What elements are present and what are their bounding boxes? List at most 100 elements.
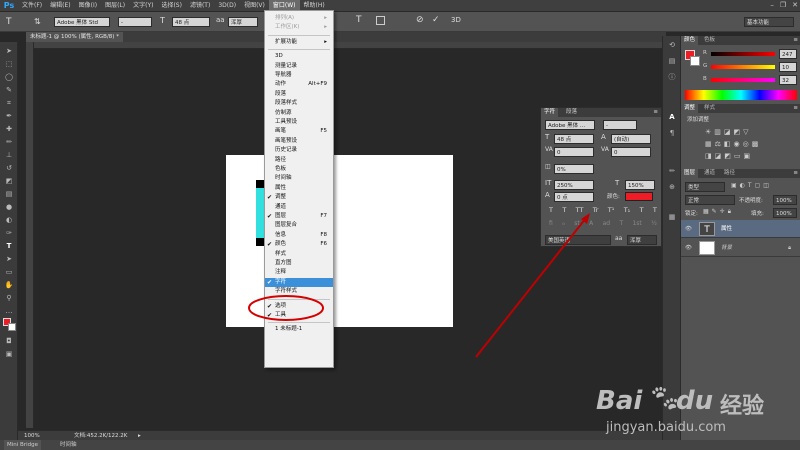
color-spectrum-ramp[interactable] — [685, 90, 797, 100]
crop-tool-icon[interactable]: ⌗ — [4, 98, 14, 108]
menu-type[interactable]: 文字(Y) — [129, 0, 157, 12]
document-tab[interactable]: 未标题-1 @ 100% (属性, RGB/8) * — [26, 32, 123, 42]
char-font-size[interactable]: 48 点 — [554, 134, 594, 144]
font-style-select[interactable]: - — [118, 17, 152, 27]
layer-row[interactable]: 👁︎ T 属性 — [681, 220, 800, 238]
char-font-family[interactable]: Adobe 黑体 ... — [545, 120, 595, 130]
antialias-select[interactable]: 浑厚 — [228, 17, 258, 27]
threshold-icon[interactable]: ◩ — [724, 152, 734, 160]
eraser-tool-icon[interactable]: ◩ — [4, 176, 14, 186]
panel-menu-icon[interactable]: ≡ — [793, 169, 798, 178]
menu-file[interactable]: 文件(F) — [18, 0, 46, 12]
quick-mask-icon[interactable]: ◘ — [4, 336, 14, 346]
paragraph-panel-icon[interactable]: ¶ — [667, 128, 677, 138]
char-kerning[interactable]: 0 — [554, 147, 594, 157]
window-menu-item[interactable]: 段落 — [265, 90, 333, 99]
window-menu-item[interactable]: 测量记录 — [265, 62, 333, 71]
clone-source-panel-icon[interactable]: ⊕ — [667, 182, 677, 192]
strikethrough-button[interactable]: T — [653, 206, 657, 216]
window-menu-item[interactable]: 图层复合 — [265, 221, 333, 230]
gradient-map-icon[interactable]: ▭ — [734, 152, 744, 160]
properties-panel-icon[interactable]: ▤ — [667, 56, 677, 66]
char-font-style[interactable]: - — [603, 120, 637, 130]
panel-toggle-icon[interactable] — [376, 16, 385, 25]
ordinals-icon[interactable]: T — [619, 220, 623, 228]
window-menu-item[interactable]: 画笔预设 — [265, 137, 333, 146]
type-tool-icon[interactable]: T — [4, 241, 14, 251]
type-tool-preset-icon[interactable]: T — [6, 16, 18, 28]
levels-icon[interactable]: ▥ — [714, 128, 724, 136]
tab-paths[interactable]: 路径 — [721, 169, 738, 178]
tab-adjustments[interactable]: 调整 — [681, 104, 699, 113]
swatches-panel-icon[interactable]: ▦ — [667, 212, 677, 222]
window-menu-item[interactable]: 历史记录 — [265, 146, 333, 155]
workspace-select[interactable]: 基本功能 — [744, 17, 794, 27]
window-menu-item[interactable]: 段落样式 — [265, 99, 333, 108]
window-menu-item[interactable]: 注释 — [265, 268, 333, 277]
menu-3d[interactable]: 3D(D) — [214, 0, 240, 12]
stylistic-icon[interactable]: st — [574, 220, 579, 228]
tab-swatches[interactable]: 色板 — [701, 36, 718, 45]
color-balance-icon[interactable]: ⚖ — [715, 140, 724, 148]
more-tools-icon[interactable]: … — [4, 306, 14, 316]
tab-color[interactable]: 颜色 — [681, 36, 699, 45]
char-vertical-scale[interactable]: 250% — [554, 180, 594, 190]
layer-name[interactable]: 背景 — [721, 239, 732, 257]
window-menu-item[interactable]: 画笔 F5 — [265, 127, 333, 136]
tab-paragraph[interactable]: 段落 — [563, 108, 580, 117]
green-slider[interactable] — [711, 65, 775, 69]
panel-menu-icon[interactable]: ≡ — [793, 36, 798, 45]
blend-mode-select[interactable]: 正常 — [685, 195, 735, 205]
red-slider[interactable] — [711, 52, 775, 56]
panel-menu-icon[interactable]: ≡ — [793, 104, 798, 113]
exposure-icon[interactable]: ◩ — [734, 128, 744, 136]
3d-text-icon[interactable]: 3D — [451, 16, 461, 24]
close-icon[interactable]: ✕ — [792, 1, 798, 9]
window-menu-item[interactable]: 工具预设 — [265, 118, 333, 127]
window-menu-item[interactable]: 动作 Alt+F9 — [265, 80, 333, 89]
window-menu-item[interactable]: 1 未标题-1 — [265, 325, 333, 334]
lasso-tool-icon[interactable]: ◯ — [4, 72, 14, 82]
small-caps-button[interactable]: Tr — [593, 206, 599, 216]
blur-tool-icon[interactable]: ● — [4, 202, 14, 212]
brightness-icon[interactable]: ☀ — [705, 128, 714, 136]
tab-styles[interactable]: 样式 — [701, 104, 718, 113]
quick-select-tool-icon[interactable]: ✎ — [4, 85, 14, 95]
tab-mini-bridge[interactable]: Mini Bridge — [4, 440, 41, 450]
photo-filter-icon[interactable]: ◉ — [734, 140, 743, 148]
color-lookup-icon[interactable]: ▩ — [752, 140, 762, 148]
invert-icon[interactable]: ◨ — [705, 152, 715, 160]
faux-italic-button[interactable]: T — [562, 206, 566, 216]
char-color-swatch[interactable] — [625, 192, 653, 201]
menu-select[interactable]: 选择(S) — [157, 0, 186, 12]
history-brush-tool-icon[interactable]: ↺ — [4, 163, 14, 173]
blue-value[interactable]: 32 — [779, 75, 797, 85]
visibility-eye-icon[interactable]: 👁︎ — [685, 239, 692, 257]
warp-text-icon[interactable]: T — [356, 15, 362, 25]
color-bg-swatch[interactable] — [690, 56, 700, 66]
char-leading[interactable]: (自动) — [611, 134, 651, 144]
channel-mixer-icon[interactable]: ◎ — [743, 140, 752, 148]
clone-stamp-tool-icon[interactable]: ⊥ — [4, 150, 14, 160]
menu-image[interactable]: 图像(I) — [75, 0, 101, 12]
pen-tool-icon[interactable]: ✑ — [4, 228, 14, 238]
window-menu-item[interactable]: 样式 — [265, 250, 333, 259]
layer-row[interactable]: 👁︎ 背景 🔒︎ — [681, 239, 800, 257]
marquee-tool-icon[interactable]: ⬚ — [4, 59, 14, 69]
window-menu-item[interactable]: 3D — [265, 52, 333, 61]
red-value[interactable]: 247 — [779, 49, 797, 59]
window-menu-item[interactable]: 路径 — [265, 156, 333, 165]
char-language[interactable]: 美国英语 — [545, 235, 611, 245]
menu-filter[interactable]: 滤镜(T) — [186, 0, 214, 12]
window-menu-item[interactable]: 属性 — [265, 184, 333, 193]
blue-slider[interactable] — [711, 78, 775, 82]
selective-color-icon[interactable]: ▣ — [744, 152, 754, 160]
swash-icon[interactable]: ℴ — [562, 220, 565, 228]
bw-icon[interactable]: ◧ — [724, 140, 734, 148]
window-menu-item[interactable]: 直方图 — [265, 259, 333, 268]
window-menu-item[interactable]: 字符样式 — [265, 287, 333, 296]
fractions-icon[interactable]: 1st — [632, 220, 641, 228]
shape-tool-icon[interactable]: ▭ — [4, 267, 14, 277]
char-horizontal-scale[interactable]: 150% — [625, 180, 655, 190]
char-tracking[interactable]: 0 — [611, 147, 651, 157]
